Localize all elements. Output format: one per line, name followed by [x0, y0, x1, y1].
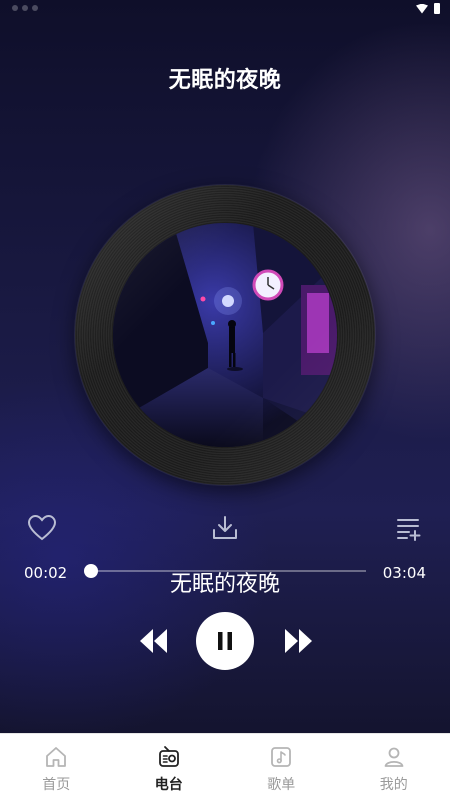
download-icon — [213, 516, 237, 539]
rewind-icon — [140, 629, 167, 653]
playlist-add-icon — [397, 519, 421, 541]
battery-icon — [434, 3, 440, 14]
home-icon — [43, 744, 69, 770]
tab-playlists[interactable]: 歌单 — [225, 734, 338, 800]
current-lyric: 无眠的夜晚 — [169, 572, 280, 597]
wifi-icon — [416, 3, 428, 14]
user-icon — [381, 744, 407, 770]
pause-button[interactable] — [196, 612, 254, 670]
album-cover-art — [113, 223, 337, 447]
music-note-icon — [268, 744, 294, 770]
radio-icon — [156, 744, 182, 770]
heart-icon — [27, 514, 57, 541]
like-button[interactable] — [26, 512, 58, 544]
previous-button[interactable] — [138, 628, 170, 654]
fast-forward-icon — [285, 629, 312, 653]
next-button[interactable] — [282, 628, 314, 654]
pause-icon — [218, 632, 232, 650]
download-button[interactable] — [209, 512, 241, 544]
tab-radio[interactable]: 电台 — [113, 734, 226, 800]
tab-mine[interactable]: 我的 — [338, 734, 450, 800]
playback-controls — [0, 612, 450, 670]
actions-row — [0, 512, 450, 546]
status-icons — [416, 3, 440, 14]
status-bar — [0, 0, 450, 20]
vinyl-disc — [75, 185, 375, 485]
song-title: 无眠的夜晚 — [168, 68, 282, 93]
status-indicators — [12, 5, 48, 11]
tab-label: 歌单 — [267, 777, 296, 793]
player-screen: 无眠的夜晚 00:02 03:04 无眠的夜晚 — [0, 0, 450, 733]
bottom-tab-bar: 首页 电台 歌单 我的 — [0, 733, 450, 800]
tab-label: 我的 — [379, 777, 408, 793]
tab-home[interactable]: 首页 — [0, 734, 113, 800]
album-cover — [113, 223, 337, 447]
playlist-add-button[interactable] — [392, 512, 424, 544]
tab-label: 电台 — [154, 777, 183, 793]
tab-label: 首页 — [42, 777, 71, 793]
